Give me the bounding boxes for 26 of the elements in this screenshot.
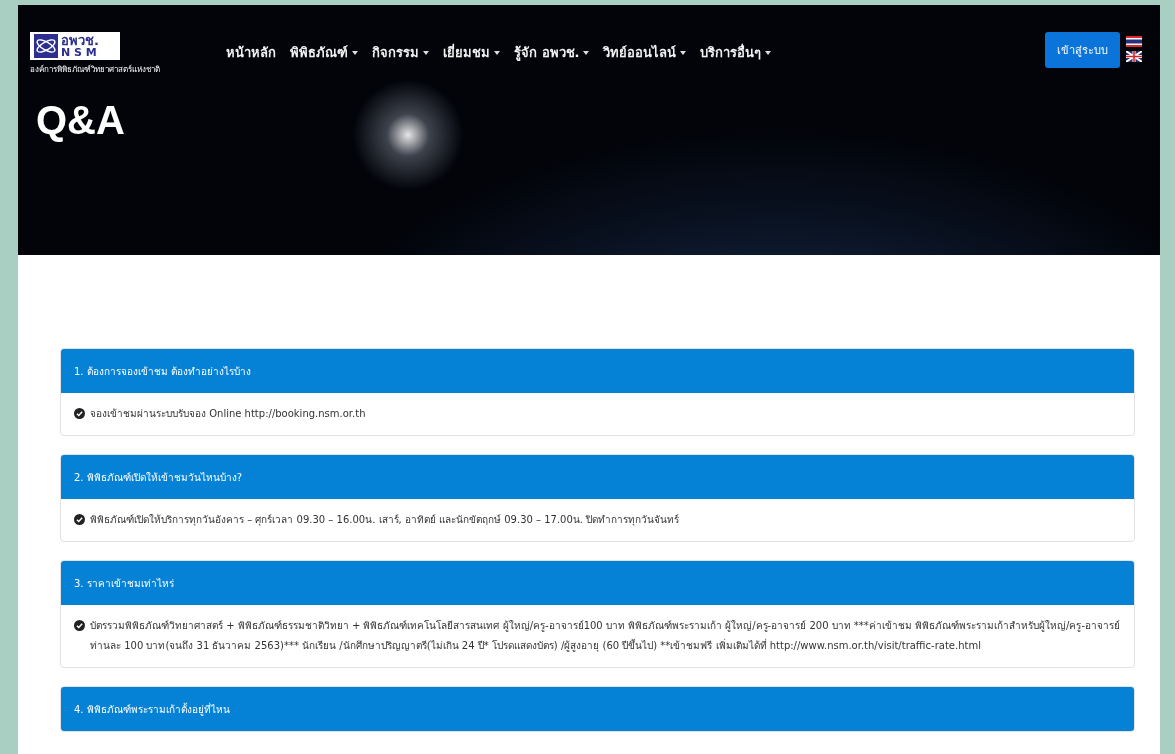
question-header[interactable]: 1. ต้องการจองเข้าชม ต้องทำอย่างไรบ้าง	[61, 349, 1134, 393]
login-button[interactable]: เข้าสู่ระบบ	[1045, 32, 1120, 68]
flag-icon[interactable]	[1126, 36, 1142, 47]
question-header[interactable]: 2. พิพิธภัณฑ์เปิดให้เข้าชมวันไหนบ้าง?	[61, 455, 1134, 499]
nav-link[interactable]: เยี่ยมชม	[443, 42, 500, 63]
question-header[interactable]: 3. ราคาเข้าชมเท่าไหร่	[61, 561, 1134, 605]
page-title: Q&A	[36, 98, 126, 143]
logo-abbreviation: อพวช.	[61, 34, 99, 47]
atom-icon	[34, 34, 58, 58]
logo-letters: N S M	[61, 47, 98, 58]
answer-text: บัตรรวมพิพิธภัณฑ์วิทยาศาสตร์ + พิพิธภัณฑ์ธรรมชาติวิทยา + พิพิธภัณฑ์เทคโนโลยีสารสนเทศ ผู้ใหญ่/ครู-อาจารย์100 บาท พิพิธภัณฑ์พระรามเก้า ผู้ใหญ่/ครู-อาจารย์ 200 บาท ***ค่าเข้าชม พิพิธภัณฑ์พระรามเก้าสำหรับผู้ใหญ่/ครู-อาจารย์ ท่านละ 100 บาท(จนถึง 31 ธันวาคม 2563)*** นักเรียน /นักศึกษาปริญญาตรี(ไม่เกิน 24 ปี* โปรดแสดงบัตร) /ผู้สูงอายุ (60 ปีขึ้นไป) **เข้าชมฟรี เพิ่มเติมได้ที่ http://www.nsm.or.th/visit/traffic-rate.html	[90, 619, 1121, 654]
check-circle-icon	[74, 408, 85, 419]
check-circle-icon	[74, 514, 85, 525]
nav-link[interactable]: รู้จัก อพวช.	[514, 42, 590, 63]
logo[interactable]: อพวช. N S M	[30, 32, 120, 60]
nav-link[interactable]: พิพิธภัณฑ์	[290, 42, 358, 63]
answer-text: พิพิธภัณฑ์เปิดให้บริการทุกวันอังคาร – ศุกร์เวลา 09.30 – 16.00น. เสาร์, อาทิตย์ และนักขัตฤกษ์ 09.30 – 17.00น. ปิดทำการทุกวันจันทร์	[90, 513, 681, 528]
nav-link[interactable]: บริการอื่นๆ	[700, 42, 772, 63]
flag-icon[interactable]	[1126, 51, 1142, 62]
organization-name: องค์การพิพิธภัณฑ์วิทยาศาสตร์แห่งชาติ	[30, 64, 161, 76]
nav-link[interactable]: วิทย์ออนไลน์	[603, 42, 687, 63]
answer-text: จองเข้าชมผ่านระบบรับจอง Online http://booking.nsm.or.th	[90, 407, 367, 421]
question-header[interactable]: 4. พิพิธภัณฑ์พระรามเก้าตั้งอยู่ที่ไหน	[61, 687, 1134, 731]
check-circle-icon	[74, 620, 85, 631]
nav-link[interactable]: หน้าหลัก	[226, 42, 276, 63]
nav-link[interactable]: กิจกรรม	[372, 42, 429, 63]
